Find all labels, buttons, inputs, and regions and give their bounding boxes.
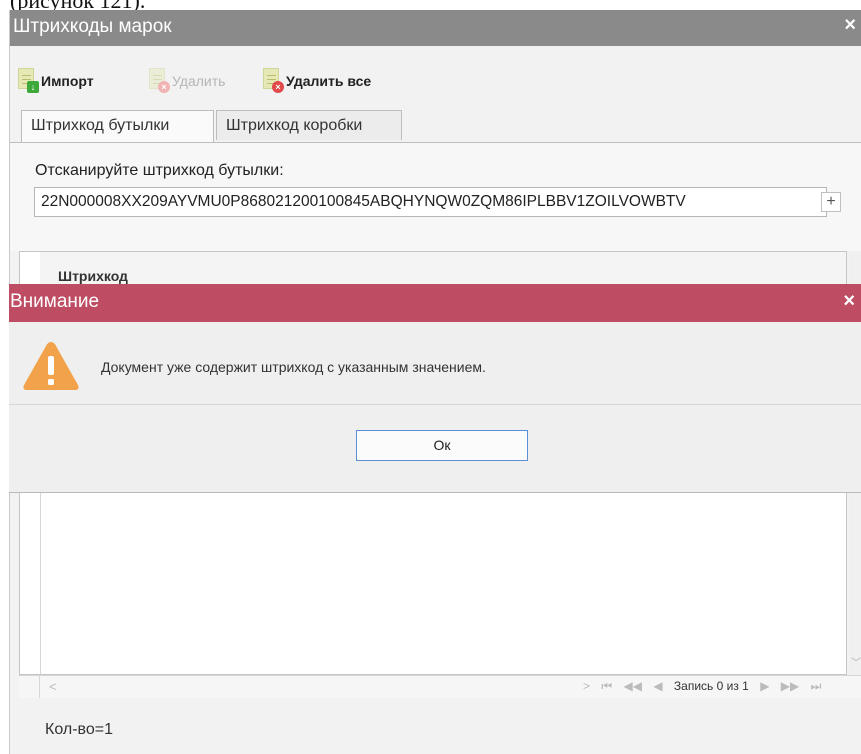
dialog-divider [9, 404, 861, 405]
dialog-title: Внимание [10, 291, 100, 312]
count-label: Кол-во=1 [45, 721, 113, 738]
delete-all-label: Удалить все [286, 73, 372, 89]
window-close-icon[interactable]: × [844, 14, 856, 37]
last-page-icon[interactable]: ⏭ [811, 679, 822, 693]
pager-nav: > ⏮ ◀◀ ◀ Запись 0 из 1 ▶ ▶▶ ⏭ [579, 679, 825, 694]
prev-page-group-icon[interactable]: ◀◀ [624, 679, 642, 693]
delete-all-icon: × [263, 68, 284, 94]
scroll-down-icon[interactable]: ﹀ [851, 654, 861, 669]
dialog-close-icon[interactable]: × [843, 290, 855, 313]
delete-label: Удалить [172, 73, 226, 89]
delete-button[interactable]: × Удалить [149, 68, 225, 94]
tab-bottle-barcode[interactable]: Штрихкод бутылки [21, 110, 214, 143]
pager: < > ⏮ ◀◀ ◀ Запись 0 из 1 ▶ ▶▶ ⏭ [19, 675, 861, 698]
ok-button[interactable]: Ок [356, 430, 528, 461]
import-label: Импорт [41, 73, 94, 89]
scan-label: Отсканируйте штрихкод бутылки: [35, 162, 284, 179]
import-button[interactable]: ↓ Импорт [18, 68, 94, 94]
scroll-left-icon[interactable]: < [49, 679, 57, 694]
pager-gutter [19, 676, 40, 698]
column-header-barcode[interactable]: Штрихкод [58, 268, 128, 284]
window-titlebar: Штрихкоды марок × [10, 10, 861, 46]
add-barcode-button[interactable]: + [821, 192, 841, 212]
delete-all-button[interactable]: × Удалить все [263, 68, 371, 94]
tab-box-barcode[interactable]: Штрихкод коробки [216, 110, 402, 140]
import-icon: ↓ [18, 68, 39, 94]
dialog-message: Документ уже содержит штрихкод с указанн… [101, 359, 486, 375]
scan-panel: Отсканируйте штрихкод бутылки: 22N000008… [10, 142, 861, 251]
next-page-icon[interactable]: ▶ [760, 679, 769, 693]
dialog-titlebar: Внимание × [9, 284, 861, 322]
delete-icon: × [149, 68, 170, 94]
scroll-right-icon[interactable]: > [583, 679, 590, 693]
barcode-input[interactable]: 22N000008XX209AYVMU0P868021200100845ABQH… [34, 187, 827, 217]
window-title: Штрихкоды марок [13, 16, 172, 37]
warning-icon [23, 342, 79, 390]
first-page-icon[interactable]: ⏮ [601, 679, 612, 693]
warning-dialog: Внимание × Документ уже содержит штрихко… [9, 284, 861, 493]
toolbar: ↓ Импорт × Удалить × Удалить все [10, 56, 861, 100]
record-counter: Запись 0 из 1 [673, 679, 749, 693]
next-page-group-icon[interactable]: ▶▶ [781, 679, 799, 693]
prev-page-icon[interactable]: ◀ [653, 679, 662, 693]
